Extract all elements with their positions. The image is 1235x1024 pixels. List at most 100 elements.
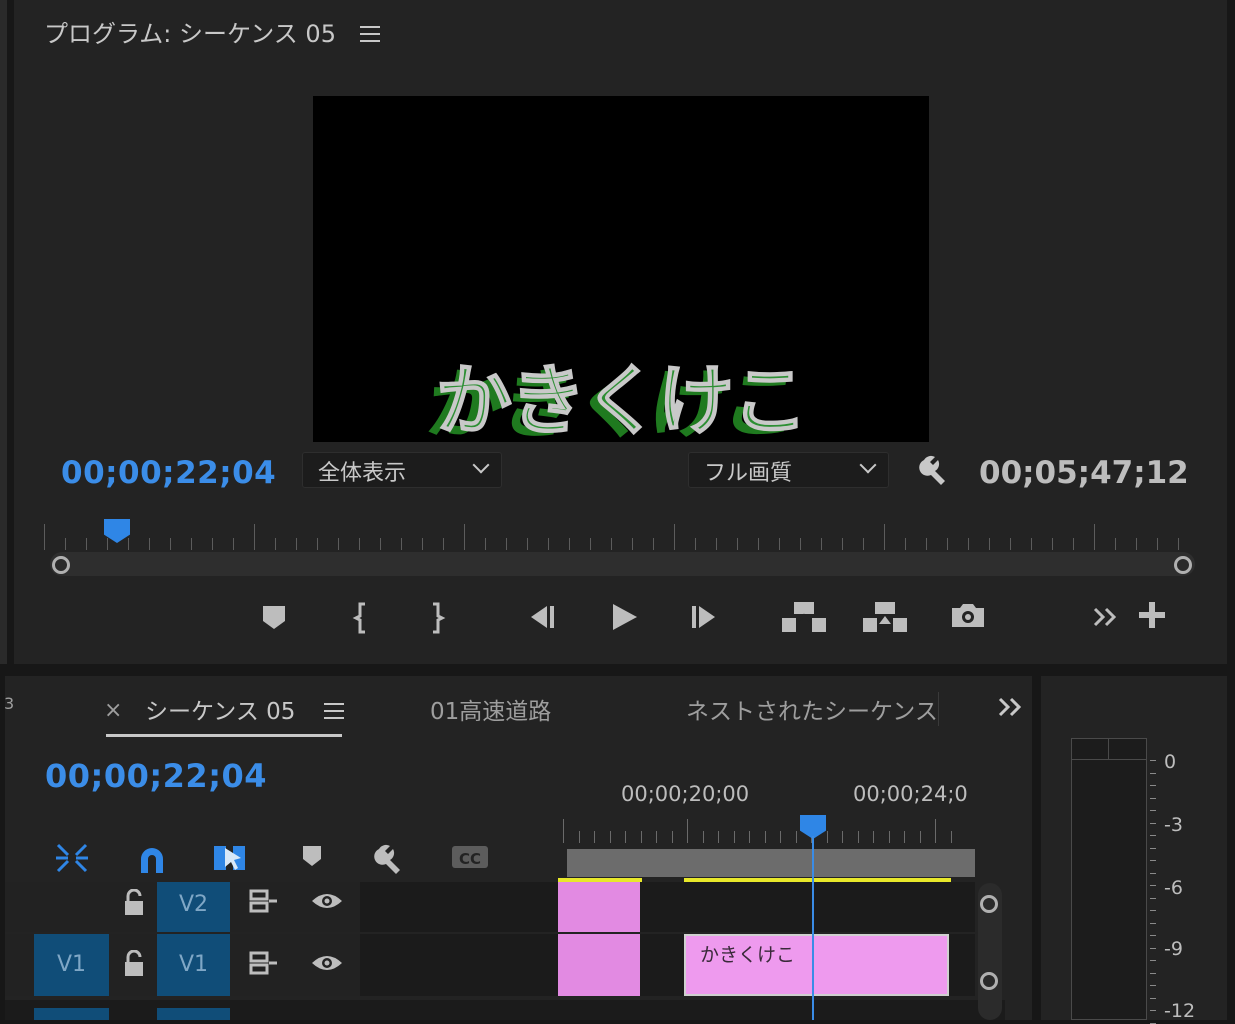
track-target-partial[interactable]	[157, 1008, 230, 1020]
source-patch-partial[interactable]	[34, 1008, 109, 1020]
track-row-partial	[5, 1000, 1005, 1020]
ruler-tick	[1157, 538, 1158, 550]
tab-nested-sequence[interactable]: ネストされたシーケンス	[686, 692, 939, 726]
captions-cc-icon[interactable]: CC	[450, 843, 490, 879]
track-lock-icon[interactable]	[122, 949, 146, 982]
graphic-clip-kakikukeko[interactable]: かきくけこ	[684, 934, 949, 996]
program-time-ruler[interactable]	[44, 520, 1194, 550]
ruler-tick	[359, 538, 360, 550]
ruler-tick	[749, 831, 750, 843]
tabs-overflow-icon[interactable]	[996, 695, 1026, 723]
mark-out-button[interactable]	[414, 600, 460, 640]
scroll-handle-bottom[interactable]	[980, 972, 998, 990]
meter-tick	[1150, 960, 1156, 961]
track-target-v1[interactable]: V1	[157, 934, 230, 996]
ruler-tick	[590, 538, 591, 550]
more-controls-icon[interactable]	[1086, 600, 1126, 640]
work-area-bar[interactable]	[567, 849, 975, 877]
tab-01-highway[interactable]: 01高速道路	[430, 692, 551, 726]
ruler-tick	[506, 538, 507, 550]
ruler-tick	[1010, 538, 1011, 550]
ruler-tick	[149, 538, 150, 550]
meter-tick	[1150, 922, 1156, 924]
playhead-timecode[interactable]: 00;00;22;04	[61, 455, 276, 491]
ruler-tick	[569, 538, 570, 550]
source-patch-v1[interactable]: V1	[34, 934, 109, 996]
timeline-playhead-line	[812, 836, 814, 1020]
tab-sequence-05[interactable]: シーケンス 05	[145, 692, 295, 726]
nest-sequence-icon[interactable]	[52, 841, 92, 877]
add-marker-button[interactable]	[251, 602, 297, 642]
track-lock-icon[interactable]	[122, 888, 146, 921]
zoom-level-value: 全体表示	[318, 461, 407, 486]
ruler-tick	[338, 538, 339, 550]
ruler-tick	[548, 538, 549, 550]
ruler-tick	[44, 524, 45, 550]
playback-quality-dropdown[interactable]: フル画質	[688, 452, 889, 488]
meter-tick	[1150, 1010, 1156, 1011]
ruler-tick	[888, 831, 890, 843]
ruler-tick	[1094, 524, 1095, 550]
active-tab-underline	[106, 734, 342, 737]
ruler-tick	[926, 538, 927, 550]
ruler-tick	[904, 831, 905, 843]
ruler-tick	[1031, 538, 1032, 550]
step-back-button[interactable]	[518, 602, 564, 642]
sync-lock-icon[interactable]	[249, 951, 279, 979]
ruler-tick	[170, 538, 171, 550]
linked-selection-icon[interactable]	[210, 840, 250, 876]
play-button[interactable]	[600, 602, 646, 642]
ruler-tick	[716, 538, 717, 550]
sync-lock-icon[interactable]	[249, 889, 279, 917]
extract-button[interactable]	[861, 600, 907, 640]
meter-scale	[1150, 760, 1160, 1024]
track-target-v2[interactable]: V2	[157, 882, 230, 932]
close-tab-icon[interactable]: ×	[104, 698, 122, 723]
panel-menu-icon[interactable]	[360, 26, 380, 42]
ruler-tick	[656, 831, 657, 843]
zoom-level-dropdown[interactable]: 全体表示	[302, 452, 502, 488]
settings-wrench-icon[interactable]	[918, 452, 954, 488]
in-out-range-marker	[684, 878, 951, 882]
zoom-handle-left[interactable]	[52, 556, 70, 574]
tab-menu-icon[interactable]	[324, 703, 344, 719]
meter-tick	[1150, 797, 1156, 799]
tab-nested-sequence-label: ネストされたシーケンス	[686, 699, 938, 725]
ruler-tick	[640, 831, 642, 843]
add-marker-icon[interactable]	[292, 843, 332, 879]
zoom-scrollbar[interactable]	[50, 552, 1195, 576]
scroll-handle-top[interactable]	[980, 895, 998, 913]
ruler-tick	[380, 538, 381, 550]
meter-peak-indicators[interactable]	[1072, 739, 1146, 760]
timeline-clip[interactable]	[558, 934, 640, 996]
ruler-tick	[191, 538, 192, 550]
timeline-time-ruler[interactable]	[563, 815, 973, 843]
timeline-clip[interactable]	[558, 882, 640, 932]
toggle-track-output-eye-icon[interactable]	[310, 952, 344, 978]
ruler-tick	[401, 538, 402, 550]
tab-previous-overflow[interactable]: 3	[4, 694, 14, 713]
ruler-tick	[718, 831, 719, 843]
meter-tick	[1150, 997, 1156, 999]
button-editor-plus-icon[interactable]	[1132, 600, 1172, 640]
export-frame-camera-icon[interactable]	[945, 600, 991, 640]
ruler-tick	[317, 538, 318, 550]
lift-button[interactable]	[780, 600, 826, 640]
step-forward-button[interactable]	[682, 602, 728, 642]
zoom-handle-right[interactable]	[1174, 556, 1192, 574]
ruler-tick	[884, 524, 885, 550]
ruler-tick	[212, 538, 213, 550]
ruler-tick	[254, 524, 255, 550]
timeline-settings-wrench-icon[interactable]	[371, 841, 411, 877]
meter-tick	[1150, 947, 1156, 949]
snap-magnet-icon[interactable]	[132, 841, 172, 877]
timeline-playhead-timecode[interactable]: 00;00;22;04	[45, 757, 267, 795]
ruler-tick	[464, 524, 465, 550]
mark-in-button[interactable]	[338, 600, 384, 640]
ruler-tick	[702, 831, 704, 843]
toggle-track-output-eye-icon[interactable]	[310, 890, 344, 916]
ruler-tick	[826, 831, 828, 843]
db-label: -9	[1164, 938, 1183, 960]
meter-tick	[1150, 810, 1156, 811]
ruler-tick	[905, 538, 906, 550]
